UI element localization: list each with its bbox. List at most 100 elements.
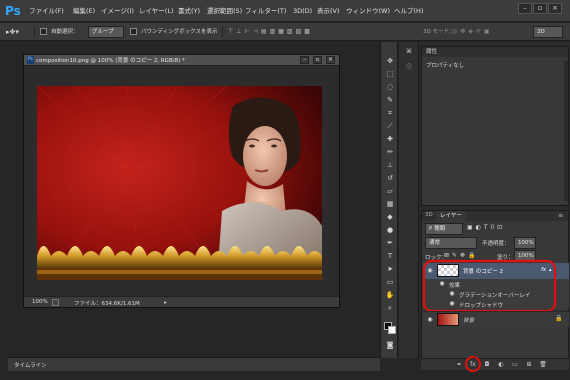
collapse-effects-icon[interactable]: ▴ [549,267,552,273]
blur-tool-icon[interactable]: ◆ [384,212,396,223]
adjustment-layer-icon[interactable]: ◐ [497,361,505,369]
layer-thumbnail [437,264,459,277]
menu-3d[interactable]: 3D(D) [293,0,312,22]
properties-panel: 属性 プロパティなし [421,46,569,206]
delete-layer-icon[interactable]: 🗑 [539,361,547,369]
background-color-swatch[interactable] [388,326,396,334]
shape-tool-icon[interactable]: ▭ [384,277,396,288]
brush-tool-icon[interactable]: ✏ [384,147,396,158]
effect-row[interactable]: ◉ ドロップシャドウ [423,299,569,309]
effects-group[interactable]: ◉ 効果 [423,279,569,289]
properties-scrollbar[interactable] [564,61,568,201]
marquee-tool-icon[interactable]: ⬚ [384,69,396,80]
document-image[interactable] [37,86,322,280]
canvas-area[interactable] [24,66,339,296]
layer-kind-filter[interactable]: P 種類 [425,223,463,235]
pen-tool-icon[interactable]: ✒ [384,238,396,249]
quick-select-tool-icon[interactable]: ✎ [384,95,396,106]
document-titlebar[interactable]: Ps composition10.png @ 100% (背景 のコピー 2, … [24,55,339,66]
layer-name[interactable]: 背景 [463,316,474,324]
separator [222,26,223,38]
window-minimize-button[interactable]: – [518,3,532,14]
history-brush-tool-icon[interactable]: ↺ [384,173,396,184]
eraser-tool-icon[interactable]: ▱ [384,186,396,197]
document-minimize-button[interactable]: – [300,56,309,64]
menu-select[interactable]: 選択範囲(S) [207,0,242,22]
tab-3d[interactable]: 3D [425,212,433,218]
new-layer-icon[interactable]: ⊞ [525,361,533,369]
visibility-eye-icon[interactable]: ◉ [425,315,435,325]
timeline-panel[interactable]: タイムライン [8,357,380,371]
blend-mode-select[interactable]: 通常 [425,237,477,249]
workspace-selector[interactable]: 3D [533,26,563,38]
menu-window[interactable]: ウィンドウ(W) [346,0,390,22]
tab-layers[interactable]: レイヤー [436,211,466,221]
opacity-label: 不透明度： [482,241,510,247]
clone-stamp-tool-icon[interactable]: ⊥ [384,160,396,171]
layer-row-selected[interactable]: ◉ 背景 のコピー 2 fx ▴ [423,263,569,279]
show-bbox-checkbox[interactable] [130,28,137,35]
add-mask-icon[interactable]: ◘ [483,361,491,369]
gradient-tool-icon[interactable]: ▦ [384,199,396,210]
fill-input[interactable]: 100% [514,250,536,262]
effect-name: ドロップシャドウ [459,303,504,309]
layer-row[interactable]: ◉ 背景 🔒 [423,311,569,327]
properties-tab[interactable]: 属性 [422,47,568,57]
status-arrow-icon[interactable]: ▸ [164,299,167,306]
new-group-icon[interactable]: ▭ [511,361,519,369]
window-restore-button[interactable]: ▫ [533,3,547,14]
layers-panel: 3D レイヤー ≡ P 種類 ▣◐T⌷⊡ 通常 不透明度： 100% ロック： … [421,210,569,370]
add-layer-style-icon[interactable]: fx [469,361,477,369]
zoom-tool-icon[interactable]: ⌕ [384,303,396,314]
menu-image[interactable]: イメージ(I) [101,0,134,22]
eyedropper-tool-icon[interactable]: ⟋ [384,121,396,132]
info-panel-icon[interactable]: ⓘ [404,62,414,71]
panel-menu-icon[interactable]: ≡ [558,212,563,219]
menu-file[interactable]: ファイル(F) [29,0,64,22]
menu-edit[interactable]: 編集(E) [73,0,95,22]
path-select-tool-icon[interactable]: ➤ [384,264,396,275]
quick-mask-icon[interactable]: ◙ [384,340,396,351]
document-maximize-button[interactable]: ▫ [313,56,322,64]
menu-filter[interactable]: フィルター(T) [245,0,286,22]
healing-tool-icon[interactable]: ✚ [384,134,396,145]
fill-label: 塗り： [497,255,514,261]
layer-thumbnail [437,313,459,326]
document-statusbar: 100% ファイル：634.6K/1.61M ▸ [24,296,339,307]
effect-eye-icon[interactable]: ◉ [447,289,457,299]
dodge-tool-icon[interactable]: ● [384,225,396,236]
document-window: Ps composition10.png @ 100% (背景 のコピー 2, … [23,54,340,308]
align-distribute-icons[interactable]: ⊤⊥⊢⊣▤▥▦▧▨▩ [228,28,368,36]
type-tool-icon[interactable]: T [384,251,396,262]
history-panel-icon[interactable]: ⌘ [404,48,414,56]
lasso-tool-icon[interactable]: ◌ [384,82,396,93]
timeline-label[interactable]: タイムライン [14,361,47,369]
file-size-info: ファイル：634.6K/1.61M [74,301,140,307]
auto-select-checkbox[interactable] [40,28,47,35]
visibility-eye-icon[interactable]: ◉ [425,266,435,276]
menu-type[interactable]: 書式(Y) [178,0,200,22]
opacity-input[interactable]: 100% [514,237,536,249]
effect-eye-icon[interactable]: ◉ [447,299,457,309]
properties-empty-text: プロパティなし [426,63,465,69]
3d-mode-icons[interactable]: ◎✥◈✛▣ [452,28,512,36]
layer-name[interactable]: 背景 のコピー 2 [463,267,503,275]
hand-tool-icon[interactable]: ✋ [384,290,396,301]
menu-view[interactable]: 表示(V) [317,0,340,22]
menu-help[interactable]: ヘルプ(H) [394,0,423,22]
auto-select-dropdown[interactable]: グループ [88,26,124,38]
crop-tool-icon[interactable]: ⌗ [384,108,396,119]
lock-icons[interactable]: ⊠✎✥🔒 [444,252,484,260]
zoom-level[interactable]: 100% [32,299,48,305]
window-close-button[interactable]: × [548,3,562,14]
move-tool-icon[interactable]: ✥ [384,56,396,67]
effect-row[interactable]: ◉ グラデーションオーバーレイ [423,289,569,299]
move-tool-preset-icon[interactable]: ▸✥▾ [6,26,30,38]
filter-icons[interactable]: ▣◐T⌷⊡ [467,224,527,233]
effects-eye-icon[interactable]: ◉ [437,279,447,289]
menu-layer[interactable]: レイヤー(L) [139,0,174,22]
link-layers-icon[interactable]: ⚭ [455,361,463,369]
status-menu-icon[interactable] [52,299,59,306]
document-close-button[interactable]: × [326,56,335,64]
fx-badge[interactable]: fx [541,267,546,273]
